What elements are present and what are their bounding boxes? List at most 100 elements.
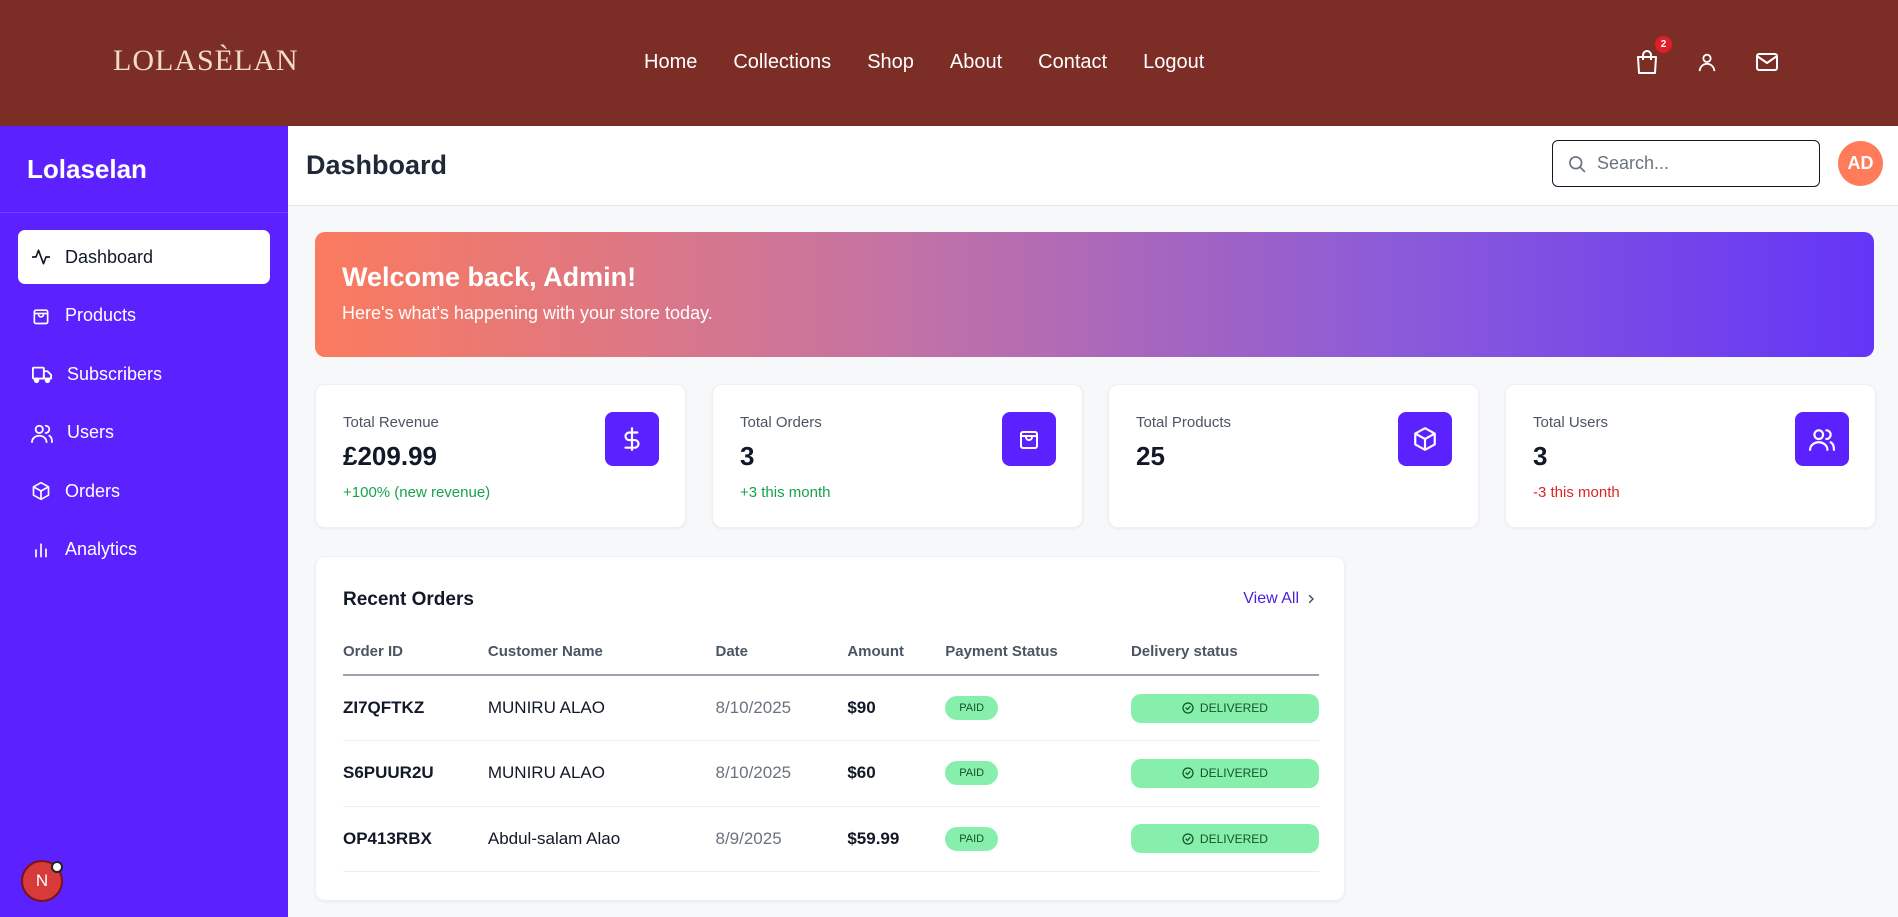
stat-delta: +100% (new revenue) [343,484,491,501]
order-date: 8/9/2025 [715,806,848,872]
order-date: 8/10/2025 [715,675,848,741]
welcome-banner: Welcome back, Admin! Here's what's happe… [315,232,1874,357]
package-icon [1414,427,1436,451]
sidebar-brand: Lolaselan [27,154,147,184]
payment-status-cell: PAID [945,806,1131,872]
nav-shop[interactable]: Shop [867,51,914,74]
stat-icon-box [1398,412,1452,466]
order-id: ZI7QFTKZ [343,675,488,741]
check-circle-icon [1182,833,1194,845]
column-header: Payment Status [945,643,1131,676]
delivery-status-cell: DELIVERED [1130,675,1319,741]
table-row[interactable]: ZI7QFTKZ MUNIRU ALAO 8/10/2025 $90 PAID … [343,675,1319,741]
admin-sidebar: Lolaselan Dashboard Products Subscribers… [0,126,288,917]
stat-icon-box [1002,412,1056,466]
recent-orders-title: Recent Orders [343,589,474,610]
nav-collections[interactable]: Collections [733,51,831,74]
main-nav: Home Collections Shop About Contact Logo… [644,51,1204,74]
page-title: Dashboard [306,150,448,180]
orders-table: Order ID Customer Name Date Amount Payme… [343,643,1319,872]
nav-home[interactable]: Home [644,51,697,74]
stat-delta: +3 this month [740,484,831,501]
cart-count-badge: 2 [1655,36,1672,53]
mail-icon [1756,53,1778,71]
column-header: Order ID [343,643,488,676]
stat-card-users: Total Users 3 -3 this month [1505,384,1876,528]
order-date: 8/10/2025 [715,740,848,807]
stat-card-revenue: Total Revenue £209.99 +100% (new revenue… [315,384,686,528]
check-circle-icon [1182,767,1194,779]
cart-button[interactable]: 2 [1634,36,1672,75]
order-id: S6PUUR2U [343,740,488,807]
customer-name: MUNIRU ALAO [487,740,716,807]
customer-name: MUNIRU ALAO [487,675,716,741]
sidebar-item-products[interactable]: Products [18,289,270,343]
sidebar-divider [0,212,288,213]
table-header-row: Order ID Customer Name Date Amount Payme… [343,643,1319,676]
delivery-status-label: DELIVERED [1199,701,1268,715]
messages-button[interactable] [1754,49,1780,75]
welcome-title: Welcome back, Admin! [342,262,637,292]
welcome-subtitle: Here's what's happening with your store … [342,303,713,323]
sidebar-item-label: Products [65,305,137,326]
sidebar-item-subscribers[interactable]: Subscribers [18,347,270,401]
column-header: Amount [847,643,946,676]
sidebar-item-label: Users [67,422,115,443]
stat-card-products: Total Products 25 [1108,384,1479,528]
shopping-bag-icon [1020,431,1038,449]
stat-icon-box [1795,412,1849,466]
order-amount: $60 [847,740,946,807]
top-actions: 2 [1634,36,1780,75]
recent-orders-panel: Recent Orders View All Order ID Customer… [315,556,1345,901]
stat-card-orders: Total Orders 3 +3 this month [712,384,1083,528]
shopping-bag-icon [33,308,49,324]
activity-icon [31,249,51,265]
payment-status-badge: PAID [945,826,999,851]
delivery-status-label: DELIVERED [1199,766,1268,781]
dev-tools-badge[interactable]: N [21,860,63,902]
payment-status-cell: PAID [945,740,1131,807]
truck-icon [31,366,52,384]
table-row[interactable]: OP413RBX Abdul-salam Alao 8/9/2025 $59.9… [343,806,1319,872]
delivery-status-cell: DELIVERED [1130,806,1319,872]
view-all-link[interactable]: View All [1243,590,1317,608]
sidebar-item-label: Orders [65,480,121,501]
user-icon [1698,53,1716,72]
users-icon [1809,429,1835,451]
payment-status-cell: PAID [945,675,1131,741]
payment-status-badge: PAID [945,761,999,786]
delivery-status-cell: DELIVERED [1130,740,1319,807]
search-icon [1569,155,1586,172]
sidebar-item-dashboard[interactable]: Dashboard [18,230,270,284]
search-box [1552,140,1820,187]
delivery-status-label: DELIVERED [1199,831,1268,846]
store-logo[interactable]: LOLASÈLAN [113,44,299,78]
customer-name: Abdul-salam Alao [487,806,716,872]
dev-tools-label: N [35,871,49,890]
package-icon [32,482,50,501]
nav-about[interactable]: About [950,51,1002,74]
users-icon [31,424,53,443]
account-button[interactable] [1694,49,1720,75]
view-all-label: View All [1243,590,1299,607]
column-header: Delivery status [1130,643,1319,676]
search-input[interactable] [1597,153,1797,174]
stat-delta: -3 this month [1533,484,1620,501]
order-amount: $59.99 [847,806,946,872]
nav-logout[interactable]: Logout [1143,51,1204,74]
sidebar-item-orders[interactable]: Orders [18,464,270,518]
sidebar-item-label: Subscribers [67,363,163,384]
dollar-icon [624,427,640,451]
table-row[interactable]: S6PUUR2U MUNIRU ALAO 8/10/2025 $60 PAID … [343,740,1319,807]
stat-icon-box [605,412,659,466]
sidebar-item-analytics[interactable]: Analytics [18,523,270,577]
sidebar-menu: Dashboard Products Subscribers Users Ord… [18,230,270,582]
sidebar-item-label: Dashboard [65,246,154,267]
dashboard-header: Dashboard AD [288,126,1898,206]
avatar[interactable]: AD [1838,141,1883,186]
delivery-status-badge: DELIVERED [1130,693,1319,723]
check-circle-icon [1182,702,1194,714]
nav-contact[interactable]: Contact [1038,51,1107,74]
delivery-status-badge: DELIVERED [1130,824,1319,854]
sidebar-item-users[interactable]: Users [18,406,270,460]
